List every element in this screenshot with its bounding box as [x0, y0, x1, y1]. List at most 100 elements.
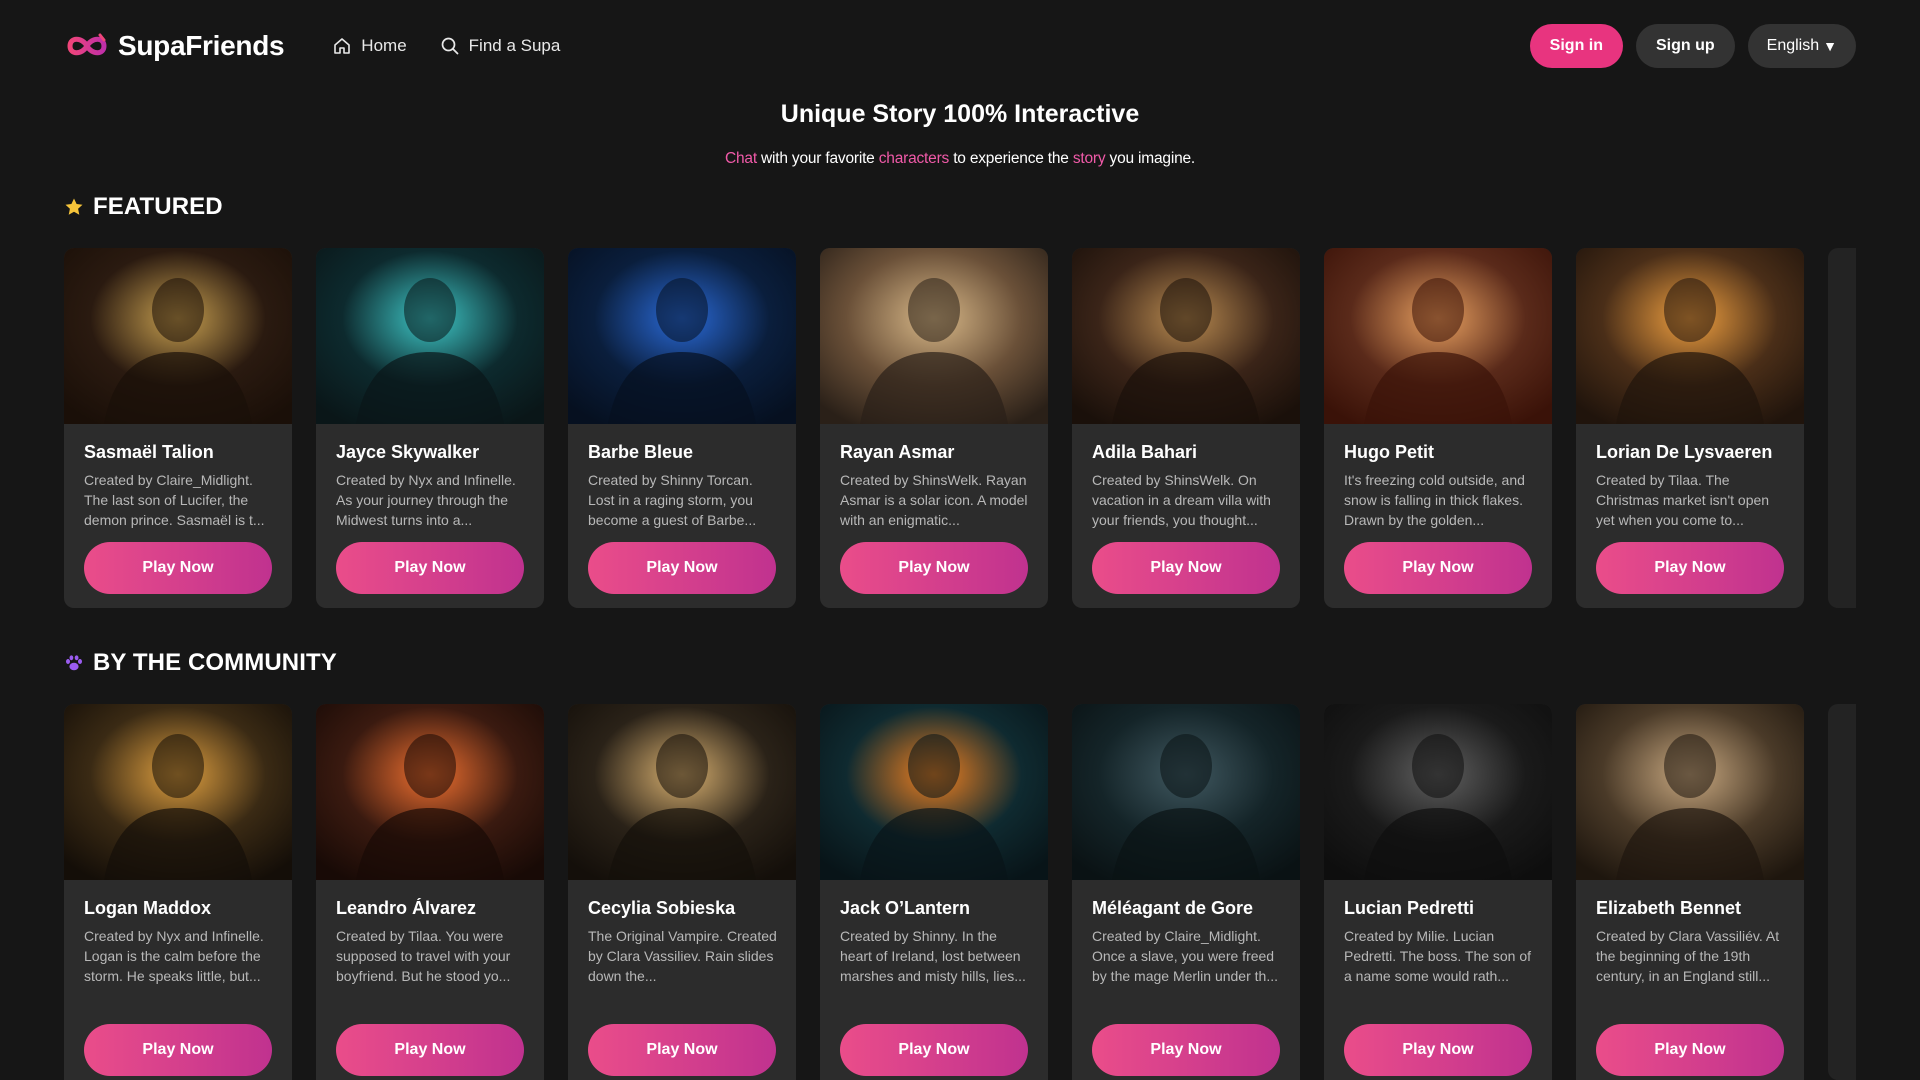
character-portrait-image: [568, 248, 796, 424]
card-image[interactable]: [568, 704, 796, 880]
hero-text-1: with your favorite: [756, 150, 879, 167]
card-image[interactable]: [316, 248, 544, 424]
nav-home-link[interactable]: Home: [332, 36, 407, 56]
character-portrait-image: [1072, 704, 1300, 880]
featured-card[interactable]: Adila Bahari Created by ShinsWelk. On vac…: [1072, 248, 1300, 608]
card-image[interactable]: [1072, 248, 1300, 424]
featured-card-partial[interactable]: [1828, 248, 1856, 608]
play-now-button[interactable]: Play Now: [1596, 542, 1784, 594]
nav-home-label: Home: [361, 36, 407, 55]
infinity-logo-icon: [67, 33, 107, 56]
page: SupaFriends Home Find a Supa Sign in Sig…: [0, 0, 1920, 1080]
card-image[interactable]: [1324, 704, 1552, 880]
card-name: Elizabeth Bennet: [1596, 898, 1742, 918]
card-name: Cecylia Sobieska: [588, 898, 736, 918]
character-portrait-image: [1324, 704, 1552, 880]
card-image[interactable]: [316, 704, 544, 880]
hero-text-2: to experience the: [949, 150, 1073, 167]
play-now-button[interactable]: Play Now: [336, 542, 524, 594]
star-icon: [65, 198, 83, 215]
hero-word-chat: Chat: [724, 150, 757, 167]
play-now-button[interactable]: Play Now: [1092, 542, 1280, 594]
card-description: Created by ShinsWelk. On vacation in a d…: [1092, 472, 1271, 528]
logo[interactable]: SupaFriends: [64, 30, 285, 62]
play-now-button[interactable]: Play Now: [1344, 542, 1532, 594]
community-card[interactable]: Elizabeth Bennet Created by Clara Vassili…: [1576, 704, 1804, 1080]
card-image[interactable]: [64, 248, 292, 424]
hero-text-3: you imagine.: [1105, 150, 1196, 167]
card-image[interactable]: [820, 704, 1048, 880]
nav-find-link[interactable]: Find a Supa: [440, 36, 561, 56]
card-description: Created by Claire_Midlight. The last son…: [84, 472, 265, 528]
card-name: Leandro Álvarez: [336, 898, 477, 918]
community-card[interactable]: Leandro Álvarez Created by Tilaa. You wer…: [316, 704, 544, 1080]
card-description: Created by Nyx and Infinelle. As your jo…: [336, 472, 516, 528]
nav-actions: Sign in Sign up English ▼: [1529, 24, 1856, 68]
community-card[interactable]: Logan Maddox Created by Nyx and Infinelle…: [64, 704, 292, 1080]
home-icon: [334, 38, 351, 54]
play-now-button[interactable]: Play Now: [840, 1024, 1028, 1076]
character-portrait-image: [1072, 248, 1300, 424]
hero-word-characters: characters: [878, 150, 950, 167]
card-description: It's freezing cold outside, and snow is …: [1344, 472, 1525, 528]
play-now-button[interactable]: Play Now: [588, 542, 776, 594]
play-now-button[interactable]: Play Now: [588, 1024, 776, 1076]
top-navbar: SupaFriends Home Find a Supa Sign in Sig…: [0, 0, 1920, 92]
character-portrait-image: [64, 704, 292, 880]
character-portrait-image: [1576, 704, 1804, 880]
play-now-button[interactable]: Play Now: [336, 1024, 524, 1076]
community-card[interactable]: Cecylia Sobieska The Original Vampire. Cr…: [568, 704, 796, 1080]
play-now-button[interactable]: Play Now: [840, 542, 1028, 594]
featured-card[interactable]: Rayan Asmar Created by ShinsWelk. Rayan A…: [820, 248, 1048, 608]
card-description: Created by Shinny. In the heart of Irela…: [840, 928, 1026, 984]
character-portrait-image: [568, 704, 796, 880]
play-now-button[interactable]: Play Now: [1596, 1024, 1784, 1076]
card-image[interactable]: [568, 248, 796, 424]
play-now-button[interactable]: Play Now: [84, 542, 272, 594]
card-name: Jayce Skywalker: [336, 442, 480, 462]
character-portrait-image: [316, 248, 544, 424]
card-name: Logan Maddox: [84, 898, 211, 918]
card-image[interactable]: [64, 704, 292, 880]
community-carousel: Logan Maddox Created by Nyx and Infinelle…: [64, 704, 1856, 1080]
play-now-button[interactable]: Play Now: [84, 1024, 272, 1076]
card-image[interactable]: [1576, 248, 1804, 424]
community-card[interactable]: Lucian Pedretti Created by Milie. Lucian …: [1324, 704, 1552, 1080]
featured-card[interactable]: Barbe Bleue Created by Shinny Torcan. Los…: [568, 248, 796, 608]
community-card[interactable]: Méléagant de Gore Created by Claire_Midli…: [1072, 704, 1300, 1080]
character-portrait-image: [316, 704, 544, 880]
play-now-button[interactable]: Play Now: [1092, 1024, 1280, 1076]
search-icon: [441, 37, 459, 55]
card-description: Created by ShinsWelk. Rayan Asmar is a s…: [840, 472, 1028, 528]
card-name: Barbe Bleue: [588, 442, 694, 462]
featured-card[interactable]: Hugo Petit It's freezing cold outside, an…: [1324, 248, 1552, 608]
character-portrait-image: [1324, 248, 1552, 424]
card-image[interactable]: [1576, 704, 1804, 880]
language-select[interactable]: English ▼: [1747, 24, 1856, 68]
signup-button[interactable]: Sign up: [1636, 24, 1735, 68]
card-name: Adila Bahari: [1092, 442, 1198, 462]
nav-find-label: Find a Supa: [468, 36, 561, 55]
card-name: Rayan Asmar: [840, 442, 955, 462]
featured-card[interactable]: Lorian De Lysvaeren Created by Tilaa. The…: [1576, 248, 1804, 608]
featured-section-title: FEATURED: [64, 193, 223, 221]
play-now-button[interactable]: Play Now: [1344, 1024, 1532, 1076]
card-image[interactable]: [1072, 704, 1300, 880]
card-description: Created by Claire_Midlight. Once a slave…: [1092, 928, 1278, 984]
language-label: English: [1766, 37, 1820, 54]
featured-card[interactable]: Sasmaël Talion Created by Claire_Midlight…: [64, 248, 292, 608]
community-title-text: BY THE COMMUNITY: [93, 649, 337, 676]
card-description: Created by Shinny Torcan. Lost in a ragi…: [588, 472, 757, 528]
card-image[interactable]: [1324, 248, 1552, 424]
community-card[interactable]: Jack O’Lantern Created by Shinny. In the …: [820, 704, 1048, 1080]
featured-card[interactable]: Jayce Skywalker Created by Nyx and Infine…: [316, 248, 544, 608]
hero-title: Unique Story 100% Interactive: [780, 100, 1140, 128]
signin-button[interactable]: Sign in: [1529, 24, 1623, 68]
character-portrait-image: [820, 248, 1048, 424]
card-image[interactable]: [820, 248, 1048, 424]
community-section-title: BY THE COMMUNITY: [64, 649, 337, 677]
community-card-partial[interactable]: [1828, 704, 1856, 1080]
card-description: The Original Vampire. Created by Clara V…: [588, 928, 777, 984]
featured-carousel: Sasmaël Talion Created by Claire_Midlight…: [64, 248, 1856, 608]
card-description: Created by Nyx and Infinelle. Logan is t…: [84, 928, 264, 984]
